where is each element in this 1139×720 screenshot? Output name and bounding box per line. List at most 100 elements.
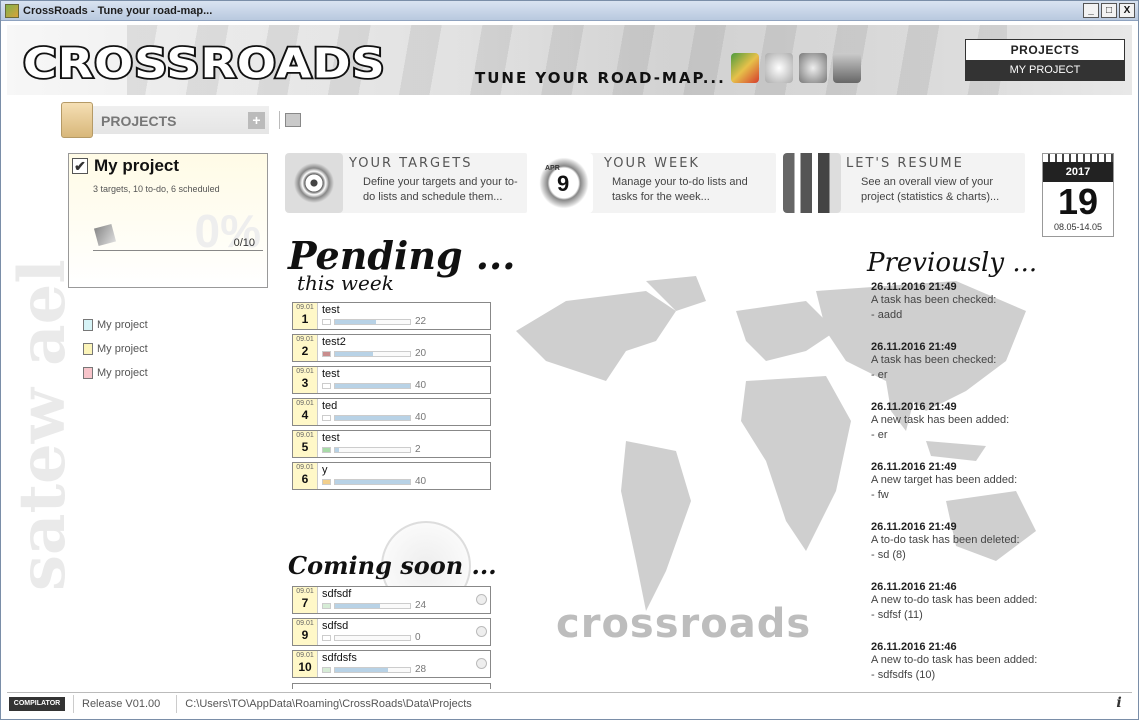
task-number: 5 — [301, 440, 309, 454]
task-priority-swatch — [322, 415, 331, 421]
calendar-icon — [799, 53, 827, 83]
nav-my-project-button[interactable]: MY PROJECT — [966, 60, 1124, 80]
activity-detail: - er — [871, 429, 888, 441]
task-row[interactable]: 09.01 2 test2 20 — [292, 334, 491, 362]
activity-entry: 26.11.2016 21:49 A task has been checked:… — [871, 281, 1071, 323]
activity-detail: - sd (8) — [871, 549, 906, 561]
map-icon — [731, 53, 759, 83]
task-progress-bar — [334, 415, 411, 421]
task-progress-fill — [335, 604, 380, 608]
map-africa — [741, 376, 851, 551]
activity-entry: 26.11.2016 21:49 A new target has been ad… — [871, 461, 1071, 503]
calendar-rings — [1043, 154, 1113, 162]
activity-text: A new to-do task has been added: — [871, 594, 1038, 606]
calendar-day: 19 — [1057, 181, 1099, 222]
task-number: 1 — [301, 312, 309, 326]
project-summary: 3 targets, 10 to-do, 6 scheduled — [93, 184, 220, 194]
activity-detail: - sdfsdfs (10) — [871, 669, 936, 681]
status-bar: COMPILATOR Release V01.00 C:\Users\TO\Ap… — [7, 692, 1132, 714]
task-progress-bar — [334, 479, 411, 485]
nav-projects-button[interactable]: PROJECTS — [966, 40, 1124, 60]
task-options-icon[interactable] — [476, 594, 487, 605]
task-day-box: 09.01 2 — [293, 335, 318, 361]
task-progress-bar — [334, 667, 411, 673]
your-week-panel[interactable]: APR 9 YOUR WEEK Manage your to-do lists … — [535, 153, 776, 213]
task-priority-swatch — [322, 635, 331, 641]
task-name: sdfsd — [322, 620, 349, 632]
your-targets-panel[interactable]: YOUR TARGETS Define your targets and you… — [285, 153, 527, 213]
legend-swatch — [83, 319, 93, 331]
task-value: 0 — [415, 632, 421, 643]
activity-entry: 26.11.2016 21:46 A new to-do task has bee… — [871, 641, 1071, 683]
legend-item[interactable]: My project — [83, 337, 148, 361]
task-name: test2 — [322, 336, 346, 348]
task-day-box: 09.01 9 — [293, 619, 318, 645]
project-card[interactable]: ✔ My project 3 targets, 10 to-do, 6 sche… — [68, 153, 268, 288]
maximize-button[interactable]: □ — [1101, 3, 1117, 18]
task-row[interactable]: 09.01 3 test 40 — [292, 366, 491, 394]
chart-icon — [833, 53, 861, 83]
close-button[interactable]: X — [1119, 3, 1135, 18]
header-banner: CROSSROADS TUNE YOUR ROAD-MAP... PROJECT… — [7, 25, 1132, 95]
add-project-button[interactable]: + — [248, 112, 265, 129]
task-day-box: 09.01 3 — [293, 367, 318, 393]
legend-item[interactable]: My project — [83, 313, 148, 337]
task-name: test — [322, 432, 340, 444]
checkbox-icon[interactable]: ✔ — [72, 158, 88, 174]
info-icon[interactable]: i — [1112, 695, 1126, 711]
minimize-button[interactable]: _ — [1083, 3, 1099, 18]
task-priority-swatch — [322, 447, 331, 453]
your-week-title: YOUR WEEK — [604, 156, 700, 171]
task-row[interactable]: 09.01 4 ted 40 — [292, 398, 491, 426]
activity-text: A task has been checked: — [871, 354, 997, 366]
task-priority-swatch — [322, 667, 331, 673]
task-date: 09.01 — [296, 588, 314, 595]
projects-panel-header: PROJECTS + — [61, 102, 269, 138]
legend-swatch — [83, 343, 93, 355]
task-row[interactable]: 09.01 5 test 2 — [292, 430, 491, 458]
task-value: 24 — [415, 600, 427, 611]
activity-detail: - aadd — [871, 309, 903, 321]
lets-resume-panel[interactable]: LET'S RESUME See an overall view of your… — [783, 153, 1025, 213]
task-value: 40 — [415, 412, 427, 423]
activity-text: A task has been checked: — [871, 294, 997, 306]
legend-item[interactable]: My project — [83, 361, 148, 385]
task-date: 09.01 — [296, 304, 314, 311]
task-options-icon[interactable] — [476, 626, 487, 637]
task-value: 2 — [415, 444, 421, 455]
task-number: 3 — [301, 376, 309, 390]
task-options-icon[interactable] — [476, 658, 487, 669]
compass-icon — [765, 53, 793, 83]
your-targets-title: YOUR TARGETS — [349, 156, 473, 171]
activity-entry: 26.11.2016 21:46 A new to-do task has bee… — [871, 581, 1071, 623]
task-value: 28 — [415, 664, 427, 675]
task-name: test — [322, 304, 340, 316]
task-day-box: 09.01 4 — [293, 399, 318, 425]
map-indonesia — [926, 441, 986, 461]
folder-icon — [61, 102, 93, 138]
task-row[interactable]: 09.01 1 test 22 — [292, 302, 491, 330]
app-tagline: TUNE YOUR ROAD-MAP... — [475, 69, 726, 87]
task-number: 7 — [301, 596, 309, 610]
calendar-week-range: 08.05-14.05 — [1053, 222, 1103, 232]
task-number: 10 — [298, 660, 312, 674]
task-row[interactable]: 09.01 10 sdfdsfs 28 — [292, 650, 491, 678]
lets-resume-title: LET'S RESUME — [846, 156, 964, 171]
task-count: 0/10 — [233, 237, 255, 249]
task-value: 20 — [415, 348, 427, 359]
week-calendar-icon: APR 9 — [535, 153, 593, 213]
your-targets-desc: Define your targets and your to-do lists… — [363, 176, 518, 203]
coming-soon-heading: Coming soon ... — [288, 551, 497, 580]
statistics-chart-icon — [783, 153, 841, 213]
activity-time: 26.11.2016 21:49 — [871, 341, 957, 353]
task-number: 6 — [301, 472, 309, 486]
task-progress-bar — [334, 383, 411, 389]
task-value: 22 — [415, 316, 427, 327]
task-row[interactable]: 09.01 9 sdfsd 0 — [292, 618, 491, 646]
task-row[interactable]: 09.01 7 sdfsdf 24 — [292, 586, 491, 614]
activity-text: A new task has been added: — [871, 414, 1010, 426]
edit-icon[interactable] — [93, 223, 117, 247]
open-folder-icon[interactable] — [285, 113, 301, 127]
task-row[interactable]: 09.01 6 y 40 — [292, 462, 491, 490]
sidebar-watermark: satew ael — [5, 259, 80, 591]
